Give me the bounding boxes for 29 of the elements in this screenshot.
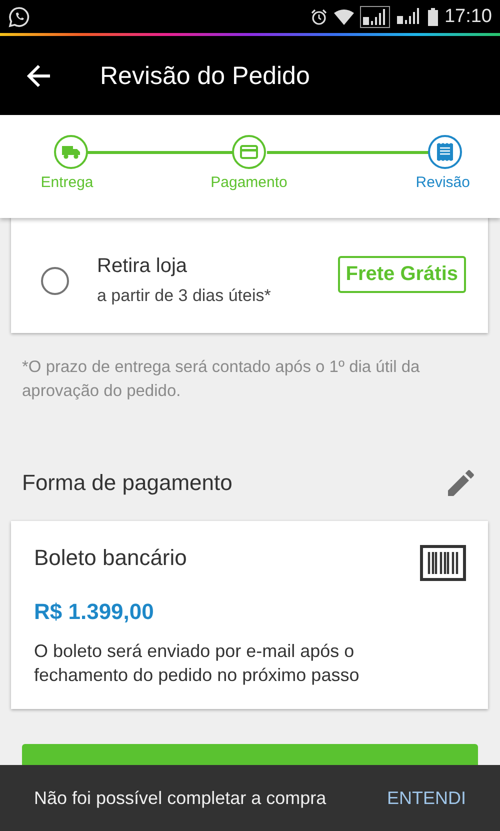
payment-method: Boleto bancário	[34, 545, 187, 571]
wifi-icon	[334, 9, 354, 25]
alarm-icon	[310, 8, 328, 26]
truck-icon	[62, 145, 80, 159]
step-label: Revisão	[416, 174, 470, 191]
receipt-icon	[437, 143, 453, 161]
payment-amount: R$ 1.399,00	[34, 599, 154, 625]
step-label: Pagamento	[210, 174, 288, 191]
chat-bubble-icon	[8, 6, 30, 28]
radio-button[interactable]	[41, 266, 69, 294]
edit-button[interactable]	[448, 470, 474, 496]
step-label: Entrega	[40, 174, 94, 191]
free-shipping-tag: Frete Grátis	[338, 256, 466, 293]
back-arrow-icon	[26, 64, 52, 88]
option-subtitle: a partir de 3 dias úteis*	[97, 286, 272, 306]
delivery-note: *O prazo de entrega será contado após o 1º dia útil da aprovação do pedido.	[22, 357, 421, 402]
barcode-icon	[420, 545, 466, 581]
screen-title: Revisão do Pedido	[100, 62, 310, 90]
option-title: Retira loja	[97, 255, 188, 278]
section-heading: Forma de pagamento	[22, 470, 232, 496]
signal-icon	[360, 6, 390, 28]
back-button[interactable]	[26, 64, 52, 88]
battery-icon	[428, 8, 438, 26]
clock-time: 17:10	[444, 6, 492, 28]
payment-description: O boleto será enviado por e-mail após o fechamento do pedido no próximo passo	[34, 640, 360, 687]
credit-card-icon	[240, 145, 258, 159]
snackbar-message: Não foi possível completar a compra	[34, 788, 326, 808]
dismiss-button[interactable]: ENTENDI	[386, 788, 466, 808]
pencil-icon	[448, 470, 474, 496]
